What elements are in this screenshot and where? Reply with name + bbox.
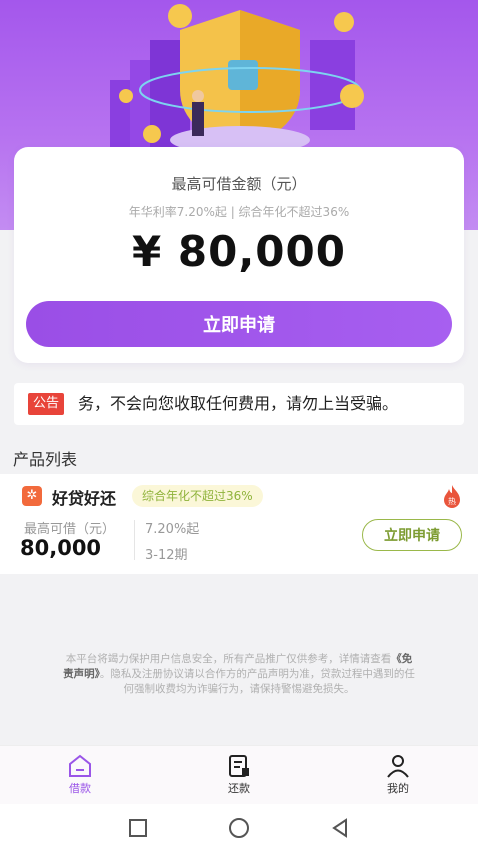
max-amount-value: ¥ 80,000: [132, 227, 346, 276]
product-rate: 7.20%起: [145, 522, 200, 537]
product-max-label: 最高可借（元）: [24, 522, 116, 537]
hot-label: 热: [448, 496, 456, 506]
home-icon: [69, 754, 91, 777]
product-name: 好贷好还: [52, 489, 117, 508]
product-amount: 80,000: [20, 536, 102, 560]
bill-icon: [229, 755, 249, 777]
home-circle-icon[interactable]: [227, 816, 251, 840]
notice-tag: 公告: [28, 393, 65, 415]
tab-borrow[interactable]: 借款: [50, 754, 110, 796]
hot-flame-icon: 热: [444, 485, 460, 508]
product-rate-badge: 综合年化不超过36%: [132, 485, 263, 507]
tab-repay[interactable]: 还款: [209, 754, 269, 796]
back-icon[interactable]: [328, 816, 352, 840]
disclaimer-part-b: 。隐私及注册协议请以合作方的产品声明为准，贷款过程中遇到的任何强制收费均为诈骗行…: [99, 668, 415, 695]
product-divider: [134, 520, 135, 560]
bottom-tab-bar: 借款 还款 我的: [0, 745, 478, 804]
person-icon: [387, 755, 409, 778]
product-term: 3-12期: [145, 548, 188, 563]
disclaimer-part-a: 本平台将竭力保护用户信息安全，所有产品推广仅供参考，详情请查看: [65, 653, 392, 665]
loan-amount-card: 最高可借金额（元） 年华利率7.20%起 | 综合年化不超过36% ¥ 80,0…: [14, 147, 464, 363]
notice-text: 务，不会向您收取任何费用，请勿上当受骗。: [78, 394, 399, 413]
product-logo-icon: ✲: [22, 486, 42, 506]
apply-now-button[interactable]: 立即申请: [26, 301, 452, 347]
notice-bar[interactable]: 公告 务，不会向您收取任何费用，请勿上当受骗。: [14, 383, 464, 425]
product-apply-button[interactable]: 立即申请: [362, 519, 462, 551]
product-card[interactable]: ✲ 好贷好还 综合年化不超过36% 热 最高可借（元） 80,000 7.20%…: [0, 474, 478, 574]
tab-mine[interactable]: 我的: [368, 754, 428, 796]
tab-repay-label: 还款: [228, 782, 250, 795]
disclaimer-text: 本平台将竭力保护用户信息安全，所有产品推广仅供参考，详情请查看《免责声明》。隐私…: [62, 652, 416, 697]
rate-description: 年华利率7.20%起 | 综合年化不超过36%: [128, 205, 350, 219]
tab-borrow-label: 借款: [69, 782, 91, 795]
max-amount-label: 最高可借金额（元）: [171, 175, 307, 193]
tab-mine-label: 我的: [387, 782, 409, 795]
recent-apps-icon[interactable]: [126, 816, 150, 840]
product-list-title: 产品列表: [13, 450, 78, 469]
system-nav-bar: [0, 804, 478, 850]
